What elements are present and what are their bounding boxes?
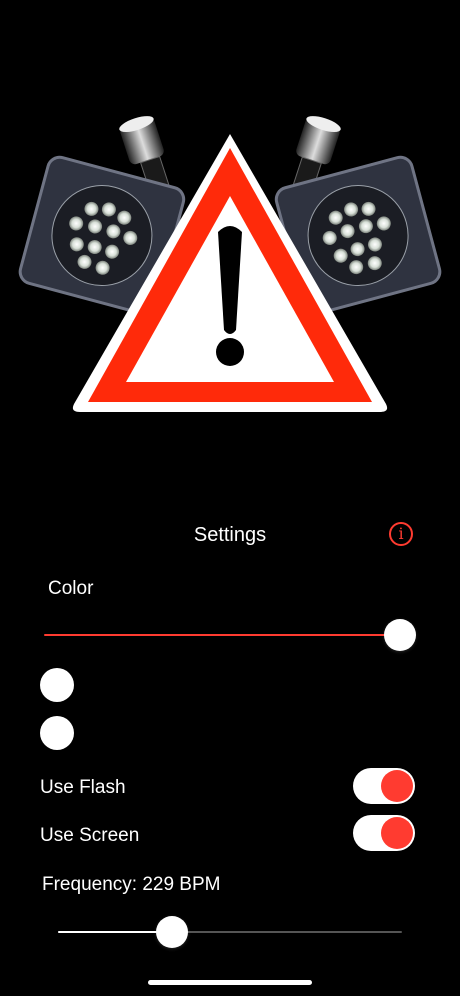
- use-screen-label: Use Screen: [40, 825, 140, 846]
- home-indicator: [148, 980, 312, 985]
- warning-hero-illustration: [0, 100, 460, 420]
- use-flash-toggle[interactable]: [353, 768, 415, 804]
- frequency-slider-fill: [58, 931, 172, 933]
- use-screen-toggle-thumb: [381, 817, 413, 849]
- frequency-label: Frequency: 229 BPM: [42, 874, 221, 895]
- frequency-slider-thumb[interactable]: [156, 916, 188, 948]
- color-slider-thumb[interactable]: [384, 619, 416, 651]
- color-label: Color: [48, 578, 94, 599]
- use-flash-label: Use Flash: [40, 777, 126, 798]
- color-option-button-1[interactable]: [40, 668, 74, 702]
- color-option-button-2[interactable]: [40, 716, 74, 750]
- settings-header: Settings i: [0, 520, 460, 552]
- use-flash-toggle-thumb: [381, 770, 413, 802]
- color-slider-track[interactable]: [44, 634, 400, 636]
- info-icon[interactable]: i: [389, 522, 413, 546]
- use-screen-toggle[interactable]: [353, 815, 415, 851]
